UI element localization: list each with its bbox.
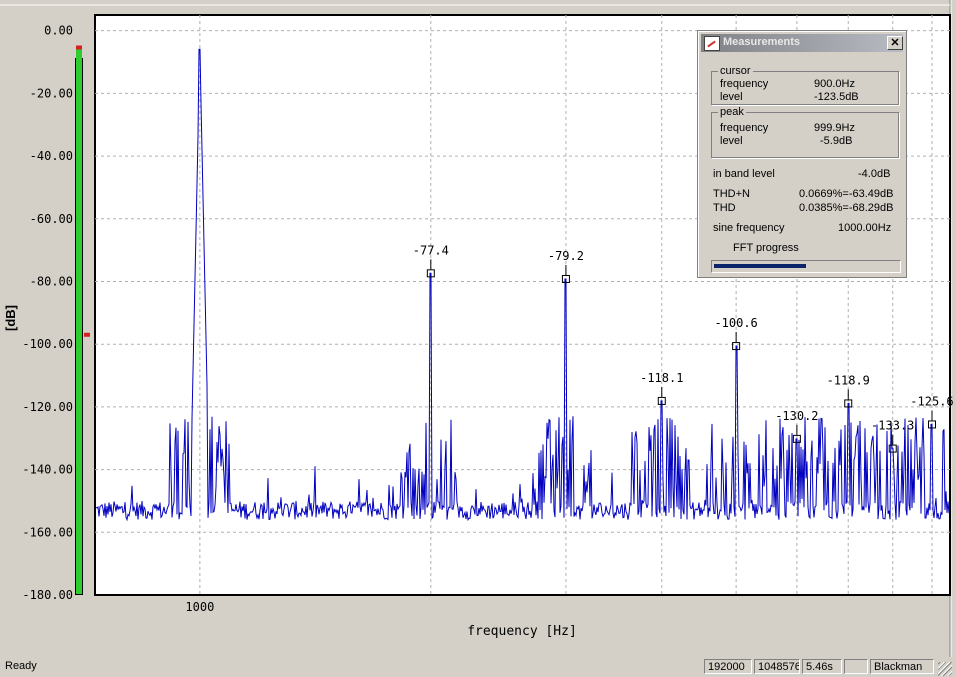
- status-ready: Ready: [5, 660, 37, 672]
- fft-progress-label: FFT progress: [733, 242, 799, 254]
- status-fft-size: 1048576: [754, 659, 800, 674]
- measurements-title: Measurements: [723, 36, 801, 48]
- status-time: 5.46s: [802, 659, 842, 674]
- app-icon: [704, 36, 720, 51]
- thd-value: 0.0385%=-68.29dB: [799, 202, 894, 214]
- peak-group: peak frequency 999.9Hz level -5.9dB: [711, 106, 899, 158]
- y-tick-label: 0.00: [44, 24, 73, 38]
- y-tick-label: -140.00: [22, 463, 73, 477]
- y-tick-label: -20.00: [30, 86, 73, 100]
- y-tick-label: -80.00: [30, 274, 73, 288]
- level-meter-bar: [76, 49, 82, 594]
- peak-level-label: level: [720, 135, 743, 147]
- harmonic-label: -118.1: [640, 371, 683, 385]
- thd-label: THD: [713, 202, 736, 214]
- cursor-group: cursor frequency 900.0Hz level -123.5dB: [711, 65, 899, 105]
- harmonic-label: -118.9: [827, 373, 870, 387]
- thdn-value: 0.0669%=-63.49dB: [799, 188, 894, 200]
- peak-frequency-label: frequency: [720, 122, 769, 134]
- harmonic-label: -100.6: [714, 316, 757, 330]
- status-window-function: Blackman: [870, 659, 934, 674]
- peak-frequency-value: 999.9Hz: [814, 122, 855, 134]
- y-axis-ticks: 0.00 -20.00 -40.00 -60.00 -80.00 -100.00 -120.…: [22, 24, 73, 602]
- resize-grip[interactable]: [938, 662, 952, 676]
- y-tick-label: -120.00: [22, 400, 73, 414]
- y-axis-label: [dB]: [3, 305, 18, 331]
- y-tick-label: -60.00: [30, 212, 73, 226]
- measurements-titlebar[interactable]: Measurements ✕: [701, 34, 903, 52]
- close-button[interactable]: ✕: [887, 36, 903, 50]
- in-band-level-label: in band level: [713, 168, 775, 180]
- harmonic-label: -133.3: [871, 419, 914, 433]
- sine-frequency-label: sine frequency: [713, 222, 785, 234]
- harmonic-label: -77.4: [413, 243, 449, 257]
- status-empty-panel: [844, 659, 868, 674]
- y-tick-label: -40.00: [30, 149, 73, 163]
- cursor-caption: cursor: [718, 65, 753, 77]
- fft-progress-bar: [711, 260, 901, 273]
- cursor-level-value: -123.5dB: [814, 91, 859, 103]
- harmonic-label: -79.2: [548, 249, 584, 263]
- harmonic-label: -130.2: [775, 409, 818, 423]
- measurements-window[interactable]: Measurements ✕ cursor frequency 900.0Hz …: [697, 30, 907, 278]
- status-sample-rate: 192000: [704, 659, 752, 674]
- peak-level-value: -5.9dB: [820, 135, 853, 147]
- thdn-label: THD+N: [713, 188, 750, 200]
- cursor-frequency-label: frequency: [720, 78, 769, 90]
- level-meter-clip-marker: [76, 45, 82, 50]
- y-tick-label: -160.00: [22, 525, 73, 539]
- cursor-level-label: level: [720, 91, 743, 103]
- peak-caption: peak: [718, 106, 746, 118]
- in-band-level-value: -4.0dB: [858, 168, 891, 180]
- level-meter-peak-marker: [84, 332, 90, 337]
- sine-frequency-value: 1000.00Hz: [838, 222, 892, 234]
- cursor-frequency-value: 900.0Hz: [814, 78, 855, 90]
- y-tick-label: -180.00: [22, 588, 73, 602]
- y-tick-label: -100.00: [22, 337, 73, 351]
- fft-progress-fill: [714, 264, 806, 268]
- harmonic-label: -125.6: [910, 394, 953, 408]
- x-axis-ticks: 1000: [185, 600, 214, 614]
- x-axis-label: frequency [Hz]: [467, 624, 577, 639]
- status-bar: Ready 192000 1048576 5.46s Blackman: [0, 657, 956, 677]
- x-tick-label: 1000: [185, 600, 214, 614]
